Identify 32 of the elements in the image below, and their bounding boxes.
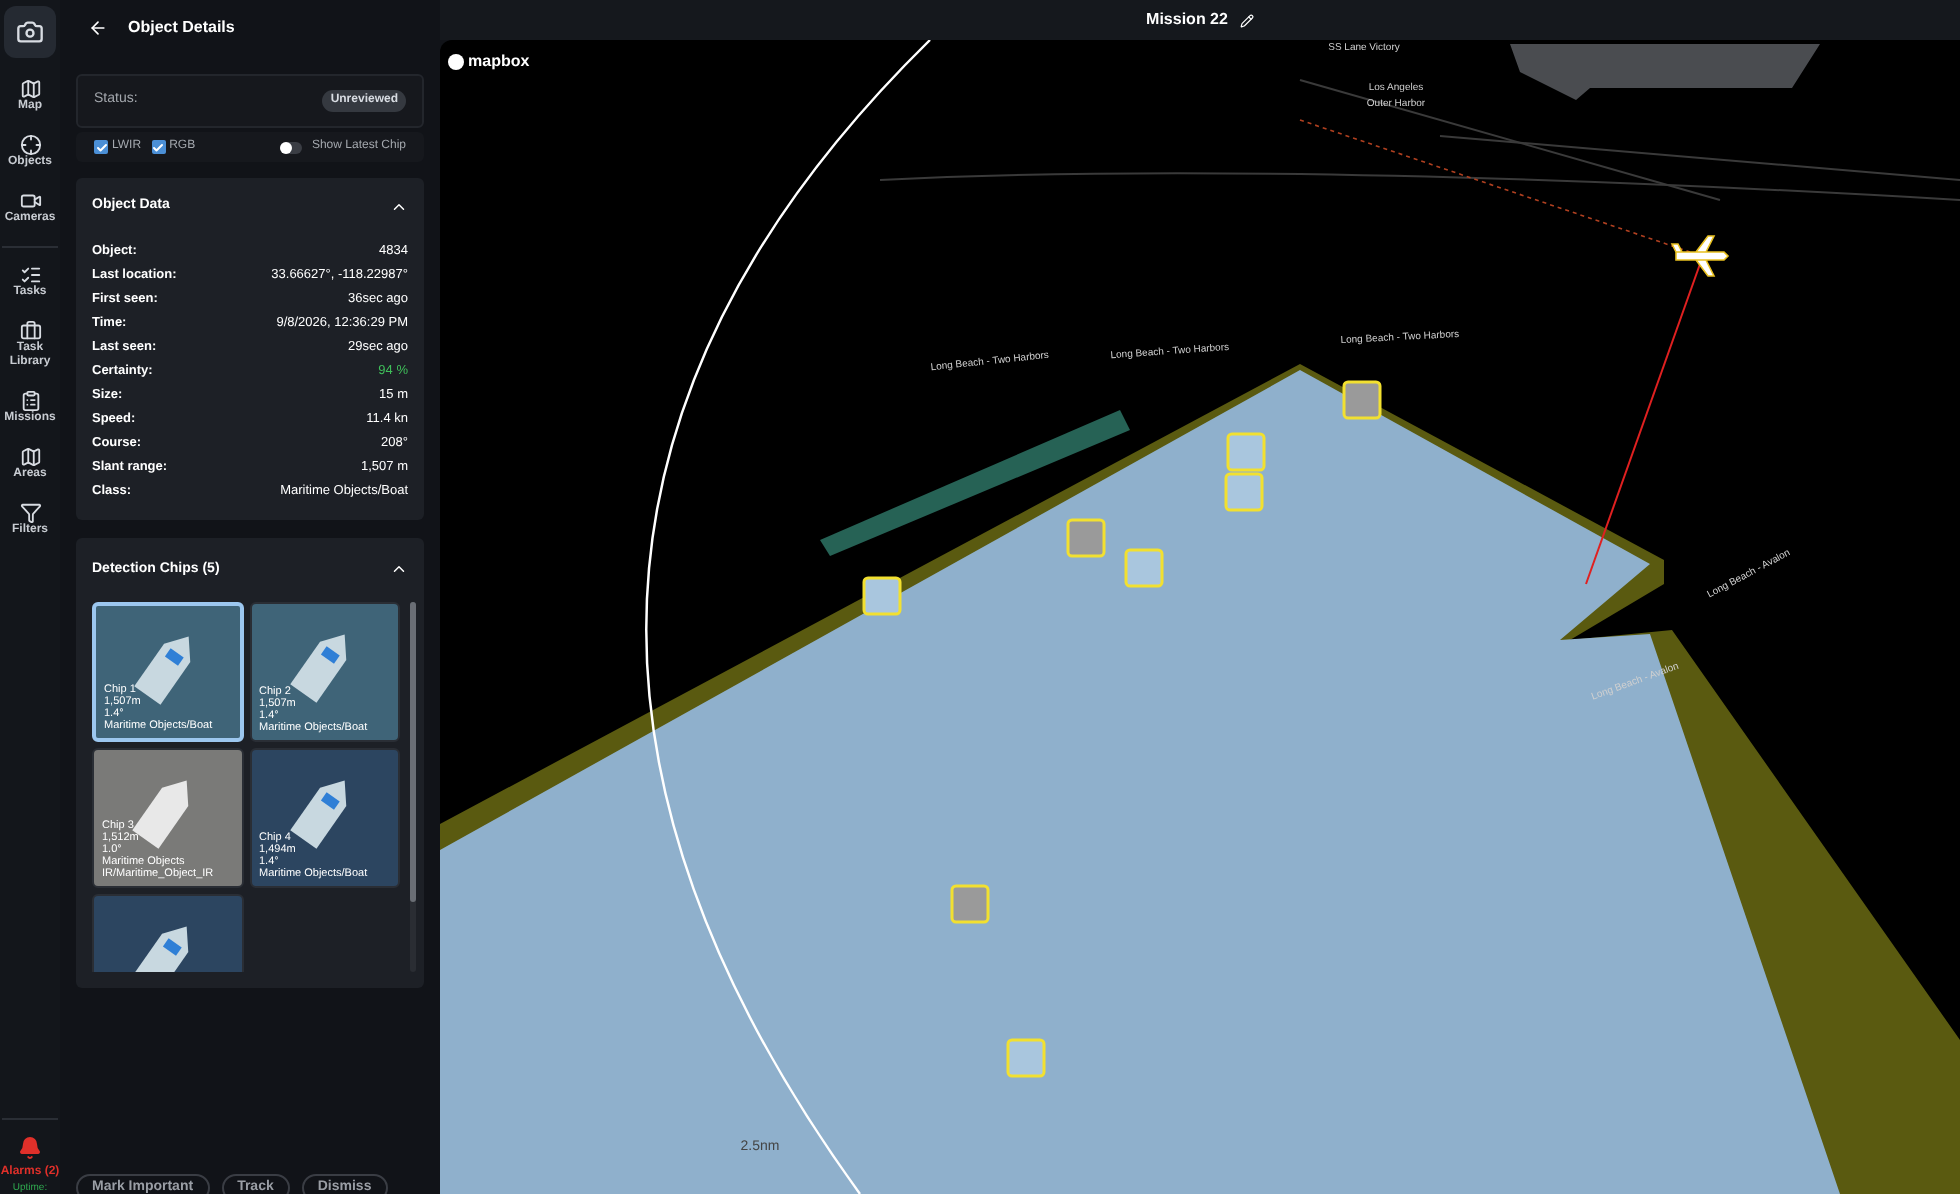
scrollbar[interactable] [410, 602, 416, 972]
filter-icon [19, 502, 41, 524]
nav-item[interactable] [4, 6, 56, 58]
video-camera-icon [19, 190, 41, 212]
toggle-switch[interactable] [279, 141, 302, 153]
map-icon [19, 78, 41, 100]
checkbox[interactable] [151, 140, 166, 154]
check-icon [152, 141, 165, 153]
detection-marker[interactable] [862, 576, 902, 616]
panel-title: Object Details [128, 15, 235, 39]
detection-marker[interactable] [1066, 518, 1106, 558]
mapbox-logo-icon [448, 54, 464, 70]
detection-marker[interactable] [950, 884, 990, 924]
checkbox[interactable] [94, 140, 108, 154]
detection-marker[interactable] [1224, 472, 1264, 512]
map-icon [19, 446, 41, 468]
detection-marker[interactable] [1342, 380, 1382, 420]
checklist-icon [19, 264, 41, 286]
map-attribution-logo: mapbox [468, 50, 530, 74]
alarm-bell-icon[interactable] [18, 1136, 42, 1160]
briefcase-icon [19, 320, 41, 342]
detection-marker[interactable] [1006, 1038, 1046, 1078]
camera-icon [16, 18, 44, 46]
back-arrow-icon[interactable] [88, 17, 108, 37]
detection-marker[interactable] [1226, 432, 1266, 472]
edit-pencil-icon[interactable] [1239, 13, 1254, 27]
clipboard-icon [19, 390, 41, 412]
aircraft-icon [1670, 235, 1730, 277]
crosshair-icon [19, 134, 41, 156]
mission-title: Mission 22 [1146, 8, 1228, 32]
detection-marker[interactable] [1124, 548, 1164, 588]
check-icon [95, 141, 107, 153]
